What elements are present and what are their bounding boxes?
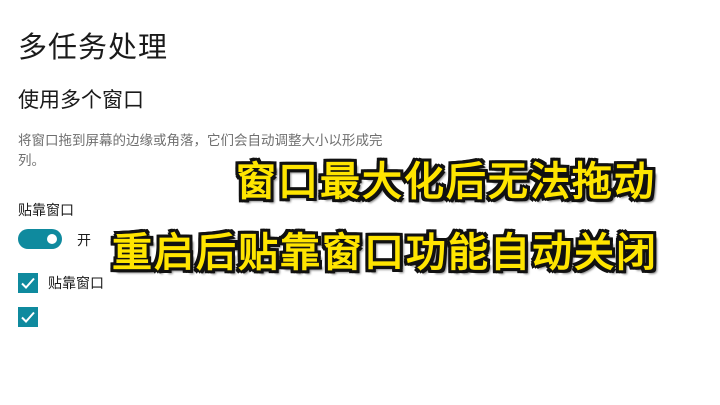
toggle-state-text: 开 [77,233,91,249]
checkmark-icon [21,277,35,289]
snap-option-checkbox-2[interactable] [18,307,38,327]
section-title: 使用多个窗口 [18,88,144,112]
description-line-1: 将窗口拖到屏幕的边缘或角落，它们会自动调整大小以形成完 [18,133,383,149]
overlay-caption-1: 窗口最大化后无法拖动 [236,159,656,205]
settings-page: 多任务处理 使用多个窗口 将窗口拖到屏幕的边缘或角落，它们会自动调整大小以形成完… [0,0,720,405]
toggle-knob [47,234,57,244]
snap-option-checkbox-1[interactable] [18,273,38,293]
snap-windows-toggle[interactable] [18,229,62,249]
snap-option-label-1: 贴靠窗口 [48,276,104,292]
snap-windows-label: 贴靠窗口 [18,203,74,219]
page-title: 多任务处理 [18,30,169,64]
overlay-caption-2: 重启后贴靠窗口功能自动关闭 [112,230,658,276]
checkmark-icon [21,311,35,323]
